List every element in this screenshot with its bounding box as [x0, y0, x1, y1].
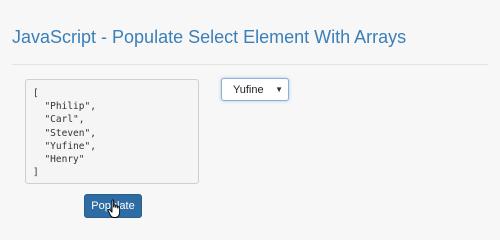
page: JavaScript - Populate Select Element Wit… — [0, 0, 500, 232]
code-line: "Steven", — [33, 127, 96, 139]
code-line: "Henry" — [33, 154, 85, 166]
caret-down-icon: ▼ — [275, 85, 283, 94]
select-value: Yufine — [233, 84, 264, 96]
array-code-panel: [ "Philip", "Carl", "Steven", "Yufine", … — [25, 79, 199, 184]
hand-pointer-icon — [107, 199, 121, 218]
code-line: ] — [33, 167, 39, 179]
code-line: "Yufine", — [33, 140, 96, 152]
names-select[interactable]: Yufine ▼ — [221, 78, 289, 101]
code-line: "Carl", — [33, 114, 85, 126]
title-divider — [12, 64, 488, 65]
code-line: "Philip", — [33, 101, 96, 113]
page-title: JavaScript - Populate Select Element Wit… — [12, 27, 407, 47]
code-line: [ — [33, 88, 39, 99]
